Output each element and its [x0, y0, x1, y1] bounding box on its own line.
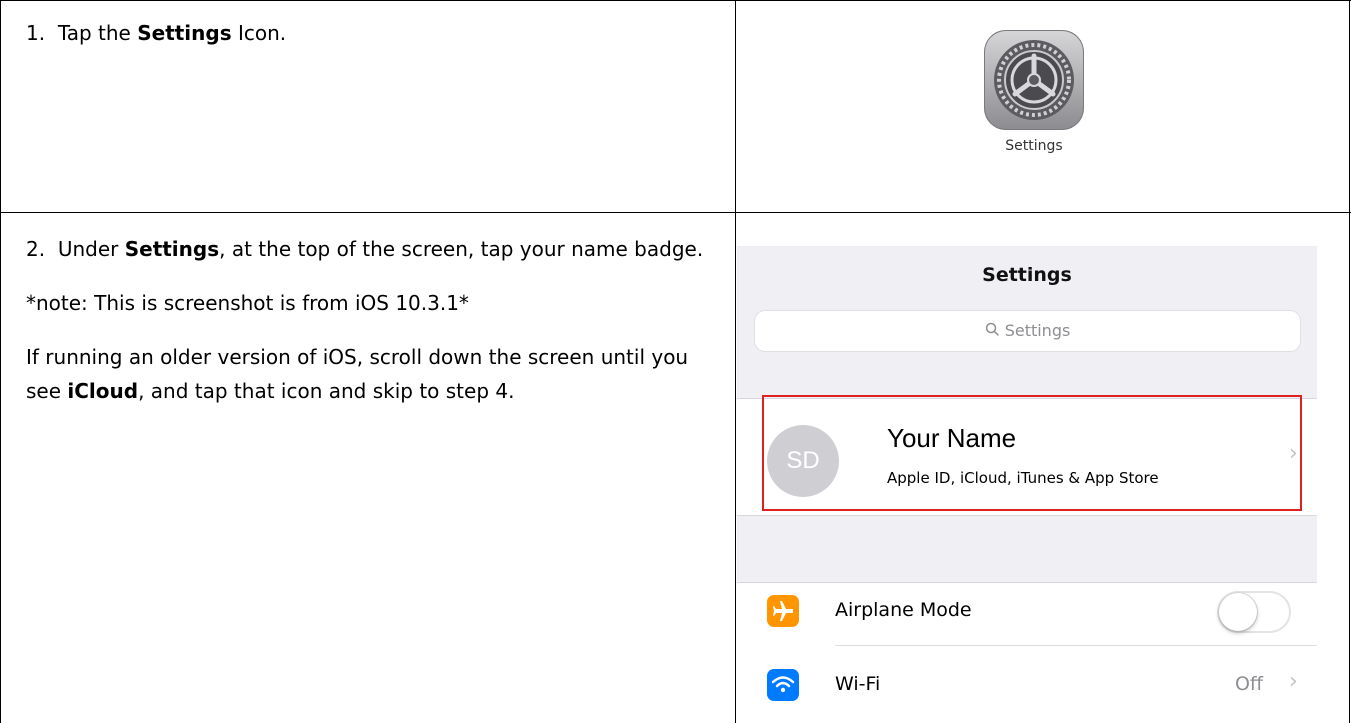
step-2-older-after: , and tap that icon and skip to step 4. [138, 379, 515, 403]
table-border-middle [735, 0, 736, 723]
list-item-airplane-mode[interactable]: Airplane Mode [737, 583, 1317, 645]
step-2-paragraph: 2. Under Settings, at the top of the scr… [26, 232, 716, 266]
table-border-left [0, 0, 1, 723]
search-icon [985, 321, 999, 340]
airplane-icon [767, 595, 799, 627]
toggle-knob [1219, 593, 1257, 631]
settings-gear-icon [984, 30, 1084, 130]
step-2-number: 2. [26, 237, 46, 261]
step-1-text-before: Tap the [57, 21, 138, 45]
step-2-note: *note: This is screenshot is from iOS 10… [26, 291, 469, 315]
table-row-divider [0, 212, 1351, 213]
chevron-right-icon: › [1289, 669, 1298, 694]
airplane-mode-toggle[interactable] [1217, 591, 1291, 633]
wifi-label: Wi-Fi [835, 673, 881, 695]
step-2-text-before: Under [57, 237, 125, 261]
table-border-top [0, 0, 1351, 1]
wifi-value: Off [1234, 673, 1263, 695]
step-2-bold: Settings [124, 237, 220, 261]
search-input[interactable]: Settings [755, 311, 1300, 351]
search-placeholder-wrap: Settings [755, 321, 1300, 340]
wifi-icon [767, 669, 799, 701]
search-placeholder: Settings [1004, 321, 1071, 340]
list-item-wifi[interactable]: Wi-Fi Off › [737, 657, 1317, 719]
step-2-older-bold: iCloud [67, 379, 139, 403]
airplane-mode-label: Airplane Mode [835, 599, 972, 621]
settings-app-label: Settings [1005, 138, 1063, 154]
step-2-text-after: , at the top of the screen, tap your nam… [219, 237, 704, 261]
list-divider [835, 645, 1317, 646]
step-1-bold: Settings [137, 21, 232, 45]
step-1-text: 1. Tap the Settings Icon. [26, 16, 706, 50]
settings-app[interactable]: Settings [970, 30, 1098, 154]
table-border-right [1349, 0, 1350, 723]
nav-title: Settings [982, 264, 1072, 286]
settings-list: Airplane Mode Wi-Fi Off › [737, 582, 1317, 723]
step-2-older-ios: If running an older version of iOS, scro… [26, 340, 716, 408]
highlight-box [762, 395, 1302, 511]
step-1-text-after: Icon. [231, 21, 287, 45]
step-1-number: 1. [26, 21, 46, 45]
ios-settings-screenshot: Settings Settings SD Your Name Apple ID,… [737, 246, 1317, 723]
step-2-text: 2. Under Settings, at the top of the scr… [26, 232, 716, 408]
